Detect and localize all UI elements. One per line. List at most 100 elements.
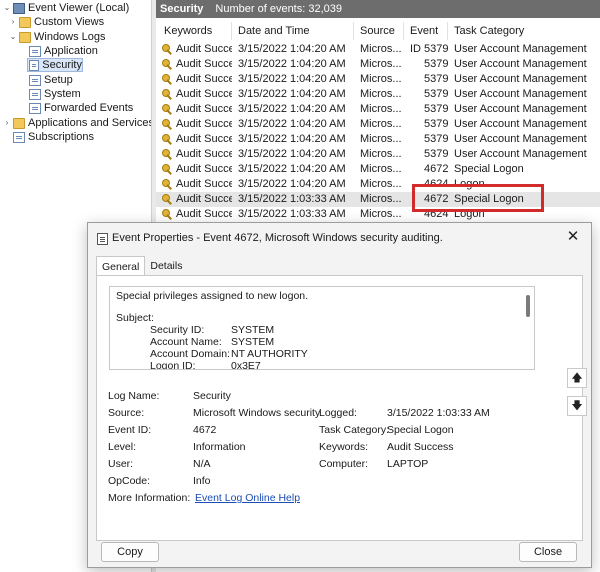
column-header-keywords[interactable]: Keywords — [158, 22, 232, 40]
table-row[interactable]: Audit Succe... 3/15/2022 1:04:20 AM Micros… — [156, 102, 600, 117]
table-row[interactable]: Audit Succe... 3/15/2022 1:03:33 AM Micros… — [156, 207, 600, 222]
opcode-label: OpCode: — [108, 475, 151, 487]
events-list: Security Number of events: 32,039 Keywor… — [156, 0, 600, 230]
chevron-right-icon[interactable]: › — [2, 116, 12, 130]
table-row[interactable]: Audit Succe... 3/15/2022 1:03:33 AM Micros… — [156, 192, 600, 207]
tree-item-subscriptions[interactable]: Subscriptions — [12, 130, 94, 144]
general-tab-panel: Special privileges assigned to new logon… — [96, 275, 587, 541]
cell-date: 3/15/2022 1:04:20 AM — [238, 148, 346, 160]
tree-item-label: Security — [42, 59, 82, 71]
cell-source: Micros... — [360, 118, 402, 130]
cell-event-id: 4672 — [424, 163, 449, 175]
description-row: Account Name: SYSTEM — [116, 336, 528, 348]
table-row[interactable]: Audit Succe... 3/15/2022 1:04:20 AM Micros… — [156, 87, 600, 102]
tree-item-event-viewer[interactable]: ⌄ Event Viewer (Local) — [2, 1, 130, 15]
cell-keywords: Audit Succe... — [176, 43, 232, 55]
tree-item-security[interactable]: Security — [27, 58, 83, 72]
previous-event-button[interactable]: 🡅 — [567, 368, 587, 388]
cell-source: Micros... — [360, 148, 402, 160]
key-icon — [162, 89, 173, 100]
cell-source: Micros... — [360, 103, 402, 115]
description-row-value: SYSTEM — [231, 336, 275, 348]
chevron-down-icon[interactable]: ⌄ — [2, 1, 12, 15]
description-scrollbar[interactable] — [526, 295, 530, 317]
table-row[interactable]: Audit Succe... 3/15/2022 1:04:20 AM Micros… — [156, 177, 600, 192]
tree-item-windows-logs[interactable]: ⌄ Windows Logs — [8, 30, 106, 44]
cell-task: User Account Management — [454, 133, 587, 145]
log-icon — [29, 45, 41, 57]
table-row[interactable]: Audit Succe... 3/15/2022 1:04:20 AM Micros… — [156, 132, 600, 147]
tree-item-setup[interactable]: Setup — [28, 73, 73, 87]
cell-date: 3/15/2022 1:04:20 AM — [238, 163, 346, 175]
cell-date: 3/15/2022 1:04:20 AM — [238, 178, 346, 190]
cell-keywords: Audit Succe... — [176, 193, 232, 205]
chevron-right-icon[interactable]: › — [8, 15, 18, 29]
key-icon — [162, 209, 173, 220]
cell-source: Micros... — [360, 73, 402, 85]
tree-item-custom-views[interactable]: › Custom Views — [8, 15, 104, 29]
user-value: N/A — [193, 458, 211, 470]
cell-keywords: Audit Succe... — [176, 118, 232, 130]
table-row[interactable]: Audit Succe... 3/15/2022 1:04:20 AM Micros… — [156, 162, 600, 177]
tree-item-system[interactable]: System — [28, 87, 81, 101]
tab-general[interactable]: General — [96, 256, 146, 276]
description-row-label: Logon ID: — [150, 360, 196, 370]
cell-date: 3/15/2022 1:04:20 AM — [238, 73, 346, 85]
table-row[interactable]: Audit Succe... 3/15/2022 1:04:20 AM Micros… — [156, 147, 600, 162]
tree-item-label: Subscriptions — [28, 131, 95, 143]
chevron-down-icon[interactable]: ⌄ — [8, 30, 18, 44]
log-icon — [29, 59, 40, 71]
level-label: Level: — [108, 441, 137, 453]
event-properties-dialog: Event Properties - Event 4672, Microsoft… — [87, 222, 592, 568]
computer-label: Computer: — [319, 458, 369, 470]
table-row[interactable]: Audit Succe... 3/15/2022 1:04:20 AM Micros… — [156, 72, 600, 87]
tree-item-forwarded-events[interactable]: Forwarded Events — [28, 101, 133, 115]
tree-item-label: Application — [44, 45, 98, 57]
cell-event-id: 5379 — [424, 133, 449, 145]
cell-keywords: Audit Succe... — [176, 88, 232, 100]
log-name-value: Security — [193, 390, 231, 402]
logged-label: Logged: — [319, 407, 357, 419]
cell-keywords: Audit Succe... — [176, 163, 232, 175]
cell-event-id: 5379 — [424, 43, 449, 55]
key-icon — [162, 164, 173, 175]
event-log-online-help-link[interactable]: Event Log Online Help — [195, 491, 300, 505]
column-header-source[interactable]: Source — [354, 22, 404, 40]
tab-details[interactable]: Details — [145, 256, 187, 276]
description-row-label: Security ID: — [150, 324, 205, 336]
cell-source: Micros... — [360, 163, 402, 175]
key-icon — [162, 44, 173, 55]
table-row[interactable]: Audit Succe... 3/15/2022 1:04:20 AM Micros… — [156, 57, 600, 72]
table-row[interactable]: Audit Succe... 3/15/2022 1:04:20 AM Micros… — [156, 117, 600, 132]
folder-icon — [19, 16, 31, 28]
description-row-value: NT AUTHORITY — [231, 348, 308, 360]
copy-button[interactable]: Copy — [101, 542, 159, 562]
event-properties-icon — [97, 233, 108, 245]
cell-task: Special Logon — [454, 163, 524, 175]
log-title: Security — [160, 3, 204, 15]
log-name-label: Log Name: — [108, 390, 160, 402]
column-header-task-category[interactable]: Task Category — [448, 22, 598, 40]
column-header-event-id[interactable]: Event ID — [404, 22, 448, 55]
logged-value: 3/15/2022 1:03:33 AM — [387, 407, 490, 419]
cell-date: 3/15/2022 1:04:20 AM — [238, 43, 346, 55]
cell-event-id: 5379 — [424, 58, 449, 70]
description-row: Security ID: SYSTEM — [116, 324, 528, 336]
close-button[interactable]: Close — [519, 542, 577, 562]
tree-item-applications-services[interactable]: › Applications and Services Lo — [2, 116, 151, 130]
close-icon[interactable]: ✕ — [565, 229, 581, 245]
event-description[interactable]: Special privileges assigned to new logon… — [109, 286, 535, 370]
key-icon — [162, 119, 173, 130]
cell-date: 3/15/2022 1:03:33 AM — [238, 208, 346, 220]
list-header-bar: Security Number of events: 32,039 — [156, 0, 600, 18]
dialog-title: Event Properties - Event 4672, Microsoft… — [112, 232, 443, 244]
table-row[interactable]: Audit Succe... 3/15/2022 1:04:20 AM Micros… — [156, 42, 600, 57]
tree-item-application[interactable]: Application — [28, 44, 98, 58]
tree-item-label: Forwarded Events — [44, 102, 134, 114]
log-icon — [29, 74, 41, 86]
cell-keywords: Audit Succe... — [176, 103, 232, 115]
column-header-date[interactable]: Date and Time — [232, 22, 354, 40]
next-event-button[interactable]: 🡇 — [567, 396, 587, 416]
cell-keywords: Audit Succe... — [176, 58, 232, 70]
cell-event-id: 5379 — [424, 118, 449, 130]
